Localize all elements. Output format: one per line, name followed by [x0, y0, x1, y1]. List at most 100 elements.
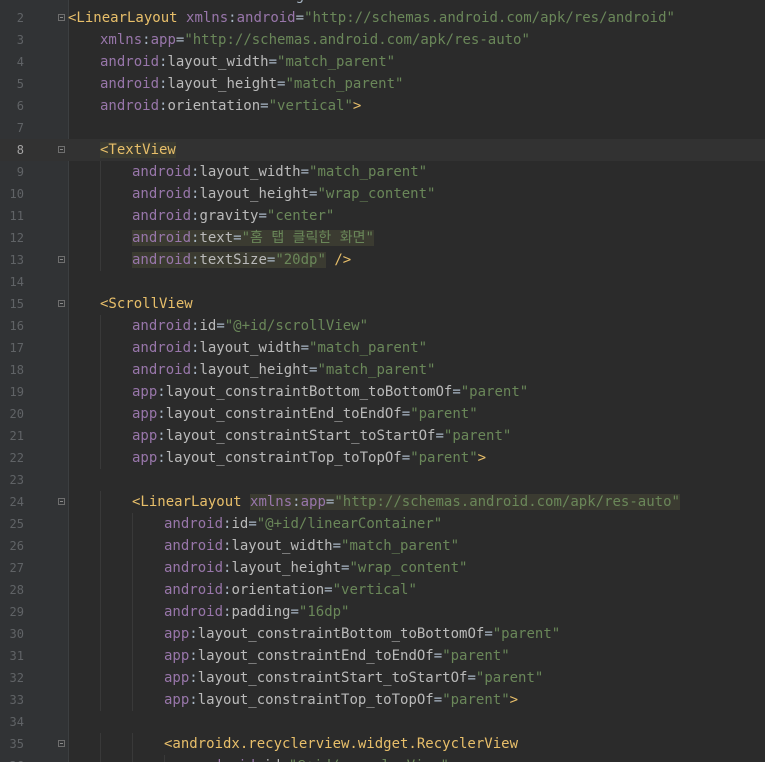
- code-token: "20dp": [275, 252, 326, 268]
- indent-guide: [132, 755, 133, 762]
- code-token: "wrap_content": [349, 560, 468, 576]
- code-line[interactable]: 10 android:layout_height="wrap_content": [0, 183, 765, 205]
- indent-guide: [100, 403, 101, 425]
- code-line[interactable]: 36 android:id="@+id/recyclerView": [0, 755, 765, 762]
- code-line[interactable]: 12 android:text="홈 탭 클릭한 화면": [0, 227, 765, 249]
- code-token: textSize: [199, 252, 267, 268]
- code-line[interactable]: 25 android:id="@+id/linearContainer": [0, 513, 765, 535]
- code-token: "match_parent": [341, 538, 460, 554]
- code-line[interactable]: 11 android:gravity="center": [0, 205, 765, 227]
- code-token: "vertical": [268, 98, 353, 114]
- code-token: "@+id/recyclerView": [289, 758, 449, 762]
- indent-guide: [132, 689, 133, 711]
- code-token: app: [164, 648, 190, 664]
- code-lines[interactable]: 1 <?xml version="1.0" encoding="utf-8"?> 2…: [0, 0, 765, 762]
- line-number: 14: [9, 275, 24, 289]
- code-token: id: [263, 758, 280, 762]
- code-token: "match_parent": [285, 76, 404, 92]
- code-token: />: [334, 252, 352, 268]
- code-token: android: [132, 340, 192, 356]
- code-text: android:padding="16dp": [164, 601, 349, 623]
- code-token: layout_height: [199, 362, 310, 378]
- code-token: "parent": [460, 384, 529, 400]
- code-token: text: [199, 230, 234, 246]
- code-line[interactable]: 6 android:orientation="vertical">: [0, 95, 765, 117]
- code-text: android:layout_height="wrap_content": [164, 557, 467, 579]
- code-token: =: [324, 582, 333, 598]
- code-line[interactable]: 28 android:orientation="vertical": [0, 579, 765, 601]
- indent-guide: [100, 337, 101, 359]
- fold-toggle-icon[interactable]: [58, 498, 65, 505]
- code-line[interactable]: 9 android:layout_width="match_parent": [0, 161, 765, 183]
- code-text: <?xml version="1.0" encoding="utf-8"?>: [68, 0, 388, 7]
- code-token: =: [248, 516, 257, 532]
- code-line[interactable]: 16 android:id="@+id/scrollView": [0, 315, 765, 337]
- code-line[interactable]: 17 android:layout_width="match_parent": [0, 337, 765, 359]
- fold-toggle-icon[interactable]: [58, 740, 65, 747]
- code-line[interactable]: 20 app:layout_constraintEnd_toEndOf="pare…: [0, 403, 765, 425]
- indent-guide: [100, 689, 101, 711]
- code-line[interactable]: 13 android:textSize="20dp" />: [0, 249, 765, 271]
- indent-guide: [100, 425, 101, 447]
- code-line[interactable]: 14: [0, 271, 765, 293]
- code-token: :: [189, 648, 198, 664]
- code-text: android:layout_width="match_parent": [164, 535, 459, 557]
- code-line[interactable]: 15 <ScrollView: [0, 293, 765, 315]
- code-line[interactable]: 30 app:layout_constraintBottom_toBottomOf…: [0, 623, 765, 645]
- indent-guide: [132, 513, 133, 535]
- code-line[interactable]: 34: [0, 711, 765, 733]
- fold-toggle-icon[interactable]: [58, 256, 65, 263]
- fold-toggle-icon[interactable]: [58, 14, 65, 21]
- code-token: :: [189, 626, 198, 642]
- code-line[interactable]: 22 app:layout_constraintTop_toTopOf="pare…: [0, 447, 765, 469]
- code-token: app: [300, 494, 326, 510]
- code-line[interactable]: 27 android:layout_height="wrap_content": [0, 557, 765, 579]
- code-token: "http://schemas.android.com/apk/res/andr…: [304, 10, 675, 26]
- code-line[interactable]: 35 <androidx.recyclerview.widget.Recycler…: [0, 733, 765, 755]
- code-text: android:id="@+id/linearContainer": [164, 513, 442, 535]
- code-token: "parent": [410, 406, 478, 422]
- code-line[interactable]: 4 android:layout_width="match_parent": [0, 51, 765, 73]
- code-editor[interactable]: 1 <?xml version="1.0" encoding="utf-8"?> 2…: [0, 0, 765, 762]
- fold-toggle-icon[interactable]: [58, 146, 65, 153]
- code-token: layout_width: [199, 164, 301, 180]
- code-token: >: [477, 450, 487, 466]
- code-text: app:layout_constraintBottom_toBottomOf="…: [164, 623, 560, 645]
- indent-guide: [100, 645, 101, 667]
- code-line[interactable]: 7: [0, 117, 765, 139]
- indent-guide: [100, 381, 101, 403]
- code-line[interactable]: 23: [0, 469, 765, 491]
- indent-guide: [164, 755, 165, 762]
- code-line[interactable]: 32 app:layout_constraintStart_toStartOf="…: [0, 667, 765, 689]
- code-line[interactable]: 19 app:layout_constraintBottom_toBottomOf…: [0, 381, 765, 403]
- indent-guide: [100, 161, 101, 183]
- code-line[interactable]: 18 android:layout_height="match_parent": [0, 359, 765, 381]
- code-line[interactable]: 29 android:padding="16dp": [0, 601, 765, 623]
- code-token: layout_constraintTop_toTopOf: [197, 692, 434, 708]
- indent-guide: [100, 667, 101, 689]
- code-token: <androidx.recyclerview.widget.RecyclerVi…: [164, 736, 519, 752]
- code-line[interactable]: 1 <?xml version="1.0" encoding="utf-8"?>: [0, 0, 765, 7]
- code-line[interactable]: 33 app:layout_constraintTop_toTopOf="pare…: [0, 689, 765, 711]
- code-token: app: [132, 406, 158, 422]
- line-number: 18: [9, 363, 24, 377]
- code-token: android: [100, 76, 160, 92]
- code-line[interactable]: 24 <LinearLayout xmlns:app="http://schema…: [0, 491, 765, 513]
- code-token: app: [132, 384, 158, 400]
- code-line[interactable]: 21 app:layout_constraintStart_toStartOf="…: [0, 425, 765, 447]
- code-token: "parent": [410, 450, 478, 466]
- code-line[interactable]: 2 <LinearLayout xmlns:android="http://sch…: [0, 7, 765, 29]
- code-text: android:layout_width="match_parent": [100, 51, 395, 73]
- code-token: xmlns: [250, 494, 293, 510]
- indent-guide: [100, 623, 101, 645]
- code-line[interactable]: 5 android:layout_height="match_parent": [0, 73, 765, 95]
- code-line[interactable]: 8 <TextView: [0, 139, 765, 161]
- code-line[interactable]: 3 xmlns:app="http://schemas.android.com/a…: [0, 29, 765, 51]
- code-text: android:layout_width="match_parent": [132, 161, 427, 183]
- code-text: android:gravity="center": [132, 205, 334, 227]
- fold-toggle-icon[interactable]: [58, 300, 65, 307]
- indent-guide: [132, 535, 133, 557]
- code-line[interactable]: 31 app:layout_constraintEnd_toEndOf="pare…: [0, 645, 765, 667]
- code-token: layout_height: [231, 560, 342, 576]
- code-line[interactable]: 26 android:layout_width="match_parent": [0, 535, 765, 557]
